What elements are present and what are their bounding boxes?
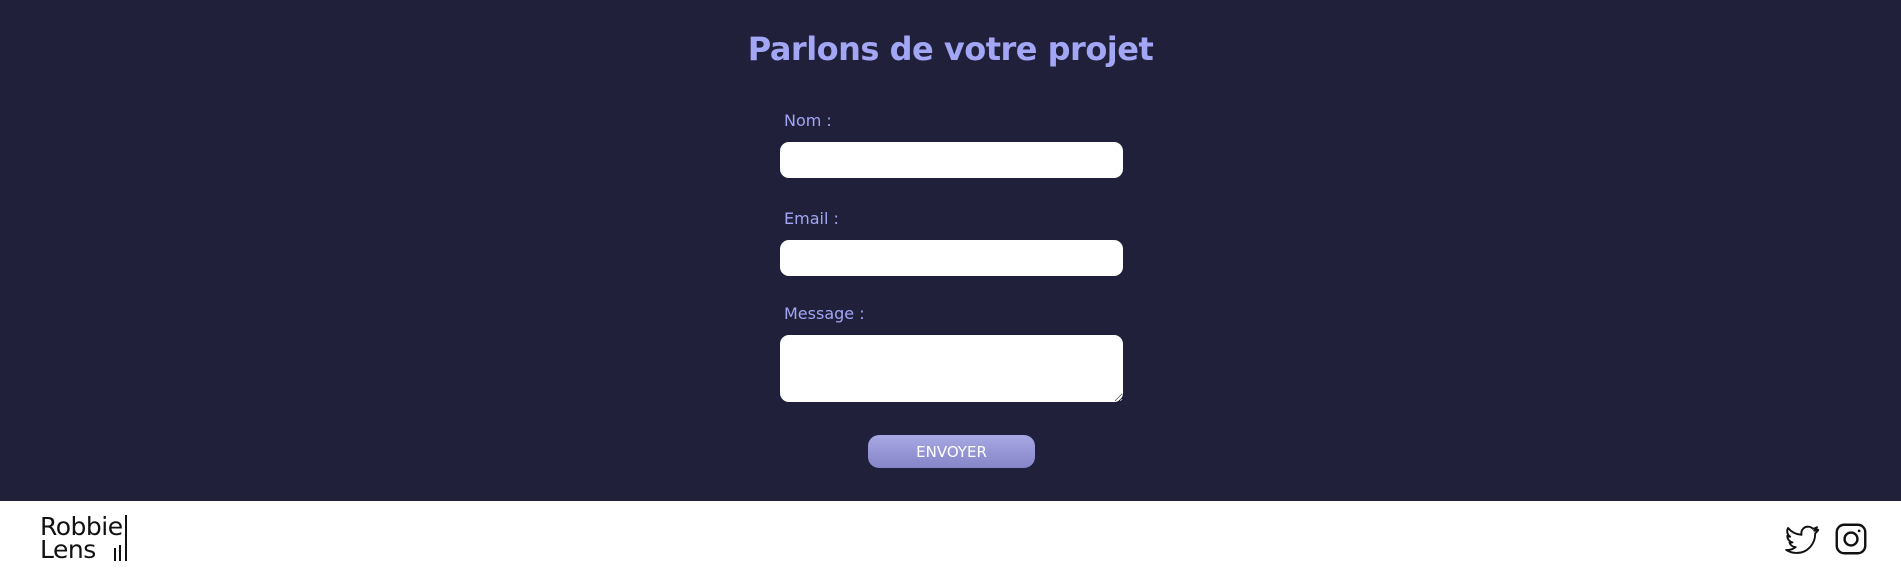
email-input[interactable] — [780, 240, 1123, 276]
message-label: Message : — [784, 304, 865, 323]
logo[interactable]: Robbie Lens — [40, 514, 140, 562]
logo-line-2: Lens — [40, 535, 96, 564]
name-input[interactable] — [780, 142, 1123, 178]
logo-bar — [114, 548, 116, 561]
contact-section: Parlons de votre projet Nom : Email : Me… — [0, 0, 1901, 501]
name-label: Nom : — [784, 111, 832, 130]
logo-bar — [119, 545, 121, 561]
contact-title: Parlons de votre projet — [747, 30, 1154, 68]
twitter-icon[interactable] — [1783, 521, 1821, 559]
send-button[interactable]: ENVOYER — [868, 435, 1035, 468]
email-label: Email : — [784, 209, 839, 228]
logo-bar — [125, 515, 127, 561]
message-textarea[interactable] — [780, 335, 1123, 402]
instagram-icon[interactable] — [1833, 521, 1871, 559]
footer: Robbie Lens — [0, 501, 1901, 575]
